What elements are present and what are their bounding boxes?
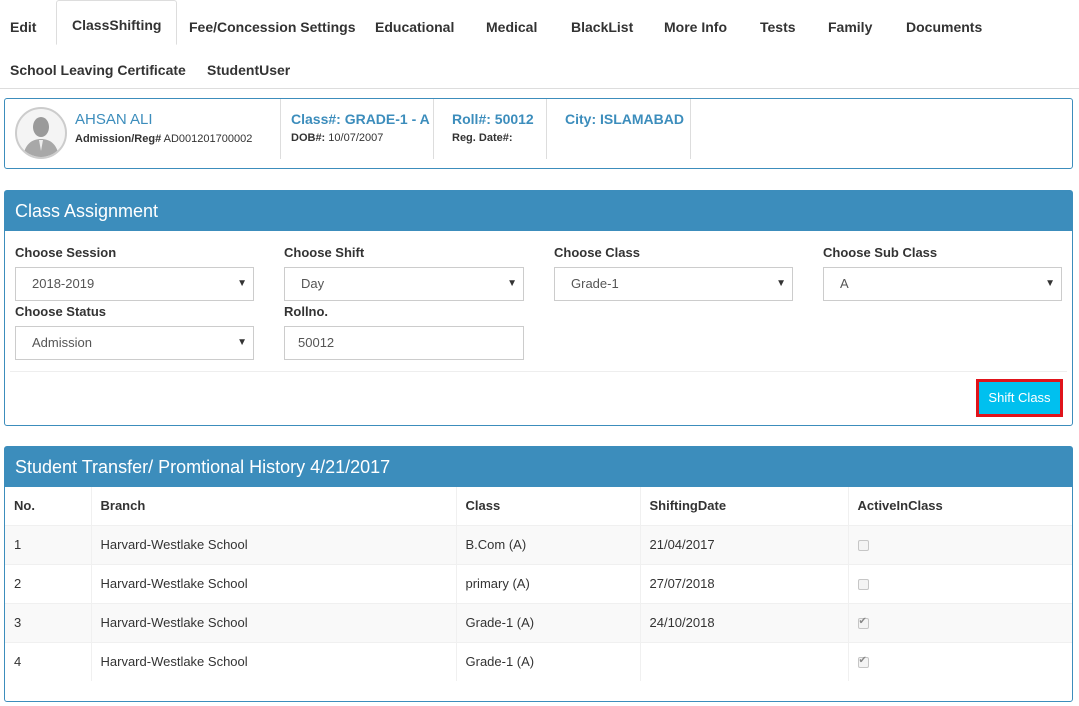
active-checkbox[interactable] — [857, 579, 869, 591]
tab-documents[interactable]: Documents — [896, 2, 992, 45]
table-row: 2 Harvard-Westlake School primary (A) 27… — [5, 563, 1072, 603]
admission-number: Admission/Reg# AD001201700002 — [75, 133, 253, 145]
tab-family[interactable]: Family — [818, 2, 882, 45]
shift-select[interactable]: Day ▼ — [284, 267, 524, 301]
row-date: 24/10/2018 — [639, 602, 848, 642]
column-header-shiftingdate: ShiftingDate — [639, 487, 848, 526]
column-header-class: Class — [455, 487, 640, 526]
tab-classshifting[interactable]: ClassShifting — [56, 0, 178, 45]
student-roll-block: Roll#: 50012 Reg. Date#: — [452, 99, 534, 159]
tab-medical[interactable]: Medical — [476, 2, 547, 45]
session-label: Choose Session — [15, 245, 117, 260]
class-assignment-title: Class Assignment — [5, 191, 1072, 231]
student-name-block: AHSAN ALI Admission/Reg# AD001201700002 — [75, 99, 252, 159]
student-city-block: City: ISLAMABAD — [565, 99, 684, 159]
tab-blacklist[interactable]: BlackList — [561, 2, 643, 45]
caret-down-icon: ▼ — [776, 278, 786, 289]
row-class: Grade-1 (A) — [455, 602, 640, 642]
row-branch: Harvard-Westlake School — [90, 641, 456, 681]
row-no: 1 — [5, 524, 91, 564]
shift-label: Choose Shift — [284, 245, 365, 260]
student-roll: Roll#: 50012 — [452, 111, 534, 127]
active-checkbox[interactable]: ✔ — [857, 616, 869, 630]
student-summary-card: AHSAN ALI Admission/Reg# AD001201700002 … — [4, 98, 1073, 169]
student-class: Class#: GRADE-1 - A — [291, 111, 430, 127]
row-branch: Harvard-Westlake School — [90, 563, 456, 603]
session-select[interactable]: 2018-2019 ▼ — [15, 267, 254, 301]
student-name: AHSAN ALI — [75, 111, 153, 128]
row-class: primary (A) — [455, 563, 640, 603]
column-header-activeinclass: ActiveInClass — [847, 487, 1072, 526]
student-city: City: ISLAMABAD — [565, 111, 684, 127]
status-label: Choose Status — [15, 304, 107, 319]
student-dob: DOB#: 10/07/2007 — [291, 132, 384, 144]
column-header-no: No. — [5, 487, 91, 526]
caret-down-icon: ▼ — [1045, 278, 1055, 289]
history-table: No. Branch Class ShiftingDate ActiveInCl… — [5, 487, 1072, 681]
history-title: Student Transfer/ Promtional History 4/2… — [5, 447, 1072, 487]
column-header-branch: Branch — [90, 487, 456, 526]
tab-edit[interactable]: Edit — [0, 2, 46, 45]
tab-studentuser[interactable]: StudentUser — [197, 45, 300, 88]
caret-down-icon: ▼ — [507, 278, 517, 289]
row-date: 21/04/2017 — [639, 524, 848, 564]
tab-tests[interactable]: Tests — [750, 2, 806, 45]
tab-more-info[interactable]: More Info — [654, 2, 737, 45]
table-row: 1 Harvard-Westlake School B.Com (A) 21/0… — [5, 524, 1072, 564]
active-checkbox[interactable] — [857, 540, 869, 552]
row-no: 4 — [5, 641, 91, 681]
row-no: 3 — [5, 602, 91, 642]
subclass-label: Choose Sub Class — [823, 245, 938, 260]
caret-down-icon: ▼ — [237, 278, 247, 289]
avatar — [15, 107, 67, 159]
class-assignment-panel: Class Assignment Choose Session 2018-201… — [4, 190, 1073, 426]
student-reg-date: Reg. Date#: — [452, 132, 513, 144]
status-select[interactable]: Admission ▼ — [15, 326, 254, 360]
tab-school-leaving-certificate[interactable]: School Leaving Certificate — [0, 45, 196, 88]
row-date: 27/07/2018 — [639, 563, 848, 603]
row-date — [639, 641, 848, 681]
rollno-label: Rollno. — [284, 304, 329, 319]
tab-educational[interactable]: Educational — [365, 2, 464, 45]
checkmark-icon: ✔ — [858, 616, 867, 628]
row-class: B.Com (A) — [455, 524, 640, 564]
row-branch: Harvard-Westlake School — [90, 602, 456, 642]
table-row: 3 Harvard-Westlake School Grade-1 (A) 24… — [5, 602, 1072, 642]
class-label: Choose Class — [554, 245, 640, 260]
tab-bar: Edit ClassShifting Fee/Concession Settin… — [0, 0, 1079, 89]
checkmark-icon: ✔ — [858, 655, 867, 667]
row-no: 2 — [5, 563, 91, 603]
table-row: 4 Harvard-Westlake School Grade-1 (A) ✔ — [5, 641, 1072, 681]
tab-fee-concession-settings[interactable]: Fee/Concession Settings — [179, 2, 365, 45]
row-class: Grade-1 (A) — [455, 641, 640, 681]
shift-class-button[interactable]: Shift Class — [976, 379, 1063, 417]
rollno-input[interactable]: 50012 — [284, 326, 524, 360]
user-silhouette-icon — [23, 117, 59, 157]
caret-down-icon: ▼ — [237, 337, 247, 348]
student-class-block: Class#: GRADE-1 - A DOB#: 10/07/2007 — [291, 99, 430, 159]
row-branch: Harvard-Westlake School — [90, 524, 456, 564]
class-select[interactable]: Grade-1 ▼ — [554, 267, 793, 301]
subclass-select[interactable]: A ▼ — [823, 267, 1062, 301]
active-checkbox[interactable]: ✔ — [857, 655, 869, 669]
promotion-history-panel: Student Transfer/ Promtional History 4/2… — [4, 446, 1073, 702]
